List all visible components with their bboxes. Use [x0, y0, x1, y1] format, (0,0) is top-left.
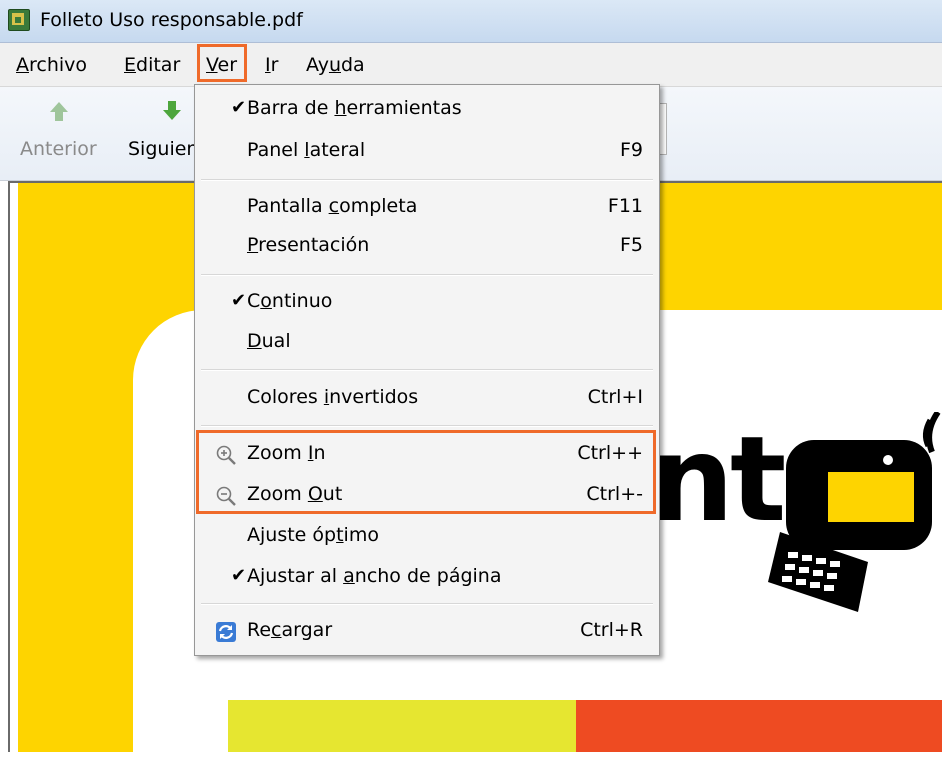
menu-item-label: Ajuste óptimo [247, 524, 379, 546]
menu-item-shortcut: F9 [619, 139, 643, 161]
menu-editar-rest: ditar [136, 54, 181, 76]
menu-editar-accel: E [124, 54, 137, 76]
menu-ayuda-rest: da [341, 54, 365, 76]
menu-item-shortcut: Ctrl+R [580, 619, 643, 641]
menu-item-label: Colores invertidos [247, 386, 419, 408]
page-stripe-yellow [228, 700, 576, 752]
menu-item-label: Presentación [247, 234, 370, 256]
menu-ayuda-accel: u [328, 54, 341, 76]
menu-separator [201, 425, 653, 427]
menu-archivo[interactable]: Archivo [16, 54, 87, 76]
menu-item-dual[interactable]: Dual [195, 322, 659, 362]
menu-separator [201, 179, 653, 181]
menu-ir-rest: r [270, 54, 279, 76]
arrow-up-icon-stem [55, 112, 63, 121]
view-dropdown-menu: ✔ Barra de herramientas Panel lateral F9… [194, 84, 660, 656]
menu-item-shortcut: F5 [619, 234, 643, 256]
menu-ayuda[interactable]: Ayuda [306, 54, 365, 76]
menu-item-label: Ajustar al ancho de página [247, 565, 502, 587]
menu-separator [201, 274, 653, 276]
menu-item-label: Panel lateral [247, 139, 366, 161]
menu-bar: Archivo Editar Ver Ir Ayuda [0, 43, 942, 87]
laptop-logo-icon [768, 412, 941, 612]
menu-item-toolbar[interactable]: ✔ Barra de herramientas [195, 89, 659, 129]
menu-editar[interactable]: Editar [124, 54, 180, 76]
menu-item-shortcut: F11 [607, 195, 643, 217]
menu-item-fullscreen[interactable]: Pantalla completa F11 [195, 187, 659, 227]
menu-item-label: Recargar [247, 619, 333, 641]
menu-item-continuous[interactable]: ✔ Continuo [195, 282, 659, 322]
menu-item-side-panel[interactable]: Panel lateral F9 [195, 131, 659, 171]
menu-item-inverted-colors[interactable]: Colores invertidos Ctrl+I [195, 378, 659, 418]
check-icon: ✔ [231, 97, 247, 118]
reload-icon [216, 622, 236, 642]
menu-item-shortcut: Ctrl+I [587, 386, 643, 408]
menu-item-presentation[interactable]: Presentación F5 [195, 226, 659, 266]
logo-text-fragment: nt [650, 410, 786, 548]
menu-ir[interactable]: Ir [265, 54, 278, 76]
menu-ayuda-pre: Ay [306, 54, 329, 76]
menu-archivo-accel: A [16, 54, 29, 76]
menu-item-best-fit[interactable]: Ajuste óptimo [195, 516, 659, 556]
menu-item-fit-width[interactable]: ✔ Ajustar al ancho de página [195, 557, 659, 597]
check-icon: ✔ [231, 565, 247, 586]
ver-menu-highlight [197, 44, 247, 82]
menu-archivo-rest: rchivo [29, 54, 88, 76]
zoom-items-highlight [196, 430, 656, 514]
menu-separator [201, 603, 653, 605]
title-bar: Folleto Uso responsable.pdf [0, 0, 942, 43]
menu-item-reload[interactable]: Recargar Ctrl+R [195, 611, 659, 651]
menu-item-label: Continuo [247, 290, 333, 312]
page-stripe-red [576, 700, 942, 752]
menu-item-label: Barra de herramientas [247, 97, 462, 119]
arrow-down-icon[interactable] [163, 110, 181, 120]
check-icon: ✔ [231, 290, 247, 311]
arrow-up-icon[interactable] [50, 102, 68, 112]
window-title: Folleto Uso responsable.pdf [40, 9, 303, 31]
menu-separator [201, 369, 653, 371]
menu-item-label: Dual [247, 330, 291, 352]
arrow-down-icon-stem [168, 101, 176, 110]
menu-item-label: Pantalla completa [247, 195, 418, 217]
pdf-app-icon[interactable] [8, 9, 30, 31]
viewport-border-left [8, 181, 10, 752]
previous-page-button[interactable]: Anterior [20, 138, 97, 160]
